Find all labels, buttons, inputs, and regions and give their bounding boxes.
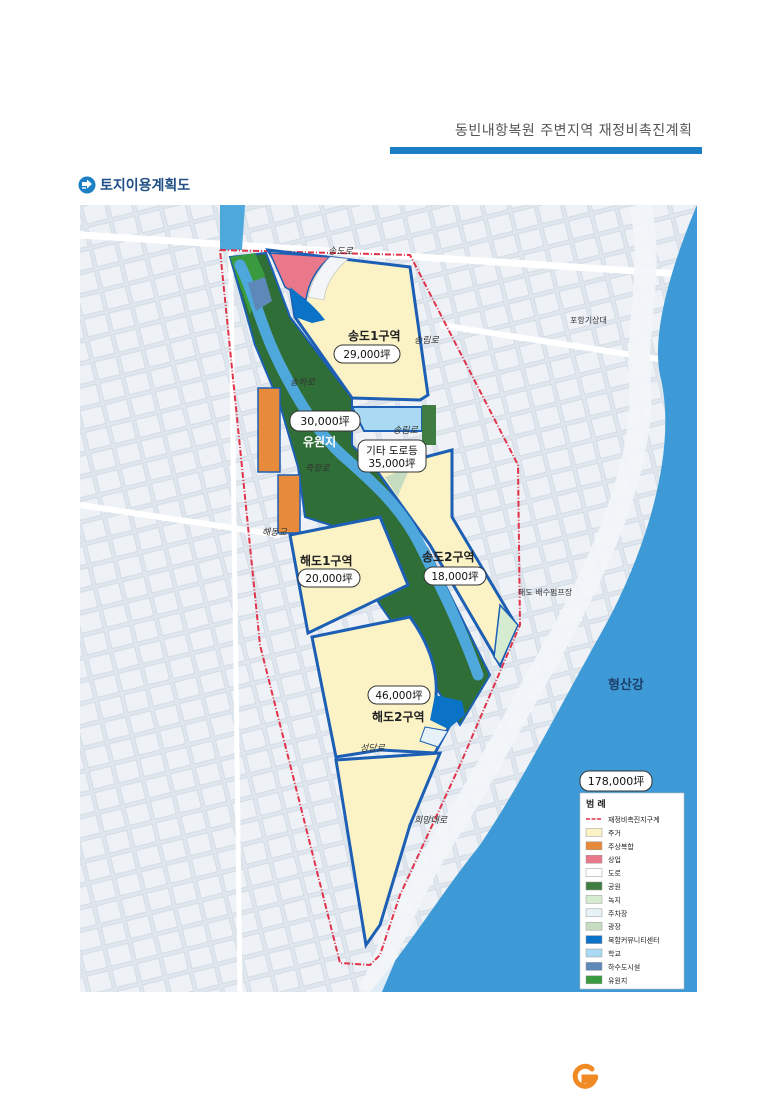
road-label-jukhang-ro: 죽항로 bbox=[305, 463, 331, 474]
legend-swatch bbox=[585, 921, 603, 931]
legend-swatch bbox=[585, 881, 603, 891]
section-arrow-icon bbox=[78, 176, 96, 194]
legend-label: 학교 bbox=[608, 949, 621, 958]
mixed-use-lot-2 bbox=[277, 474, 301, 534]
legend-label: 하수도시설 bbox=[608, 962, 640, 971]
road-label-seongdang-ro: 성당로 bbox=[360, 743, 386, 754]
legend-label: 복합커뮤니티센터 bbox=[608, 936, 660, 945]
legend-swatch bbox=[585, 895, 603, 904]
road-label-haedong-gyo: 해동교 bbox=[262, 527, 288, 538]
zone-label-haedo2: 해도2구역 bbox=[372, 709, 425, 724]
zone-label-roads-etc: 기타 도로등 bbox=[366, 445, 418, 457]
zone-area-songdo2: 18,000坪 bbox=[431, 570, 479, 583]
legend-swatch bbox=[585, 908, 603, 918]
land-use-map: 송도로 송림로 송림로 송하로 죽항로 해동교 성당로 희망대로 포항기상대 해… bbox=[79, 202, 698, 997]
legend-label: 광장 bbox=[608, 922, 621, 931]
total-area: 178,000坪 bbox=[588, 775, 645, 788]
legend-title: 범 례 bbox=[586, 798, 606, 810]
zone-label-haedo1: 해도1구역 bbox=[300, 553, 353, 568]
road-label-songdo-ro: 송도로 bbox=[328, 246, 354, 257]
zone-area-haedo1: 20,000坪 bbox=[305, 572, 353, 585]
zone-area-roads-etc: 35,000坪 bbox=[368, 457, 416, 470]
legend-label: 공원 bbox=[608, 882, 621, 891]
legend-swatch bbox=[585, 935, 603, 944]
legend-swatch bbox=[585, 841, 603, 851]
section-title: 토지이용계획도 bbox=[100, 178, 191, 194]
road-label-songrim-ro-1: 송림로 bbox=[414, 335, 440, 346]
legend-label: 도로 bbox=[608, 870, 621, 878]
mixed-use-lot-1 bbox=[257, 387, 281, 473]
road-label-songha-ro: 송하로 bbox=[290, 377, 316, 388]
zone-area-songdo1: 29,000坪 bbox=[343, 348, 391, 361]
title-underline-bar bbox=[390, 147, 702, 154]
legend-swatch bbox=[585, 828, 603, 837]
road-label-songrim-ro-2: 송림로 bbox=[393, 425, 419, 436]
legend-swatch bbox=[585, 854, 603, 864]
company-logo bbox=[572, 1063, 598, 1089]
legend-swatch bbox=[585, 975, 603, 985]
legend-label: 주상복합 bbox=[608, 842, 634, 851]
road-label-huimang-daero: 희망대로 bbox=[414, 815, 448, 826]
zone-label-songdo1: 송도1구역 bbox=[348, 328, 401, 343]
legend-swatch bbox=[585, 948, 603, 958]
zone-label-recreation: 유원지 bbox=[303, 434, 336, 449]
legend-label: 녹지 bbox=[608, 895, 621, 904]
legend-label: 재정비촉진지구계 bbox=[608, 815, 660, 824]
legend-swatch bbox=[585, 868, 603, 877]
place-pump-station: 해도 배수펌프장 bbox=[518, 587, 573, 597]
place-hyeongsan-river: 형산강 bbox=[608, 677, 644, 693]
document-title: 동빈내항복원 주변지역 재정비촉진계획 bbox=[455, 123, 693, 139]
zone-area-recreation: 30,000坪 bbox=[300, 415, 350, 428]
legend-swatch bbox=[585, 962, 603, 971]
legend-label: 유원지 bbox=[608, 976, 627, 985]
legend-label: 상업 bbox=[608, 855, 621, 864]
legend: 범 례 재정비촉진지구계주거주상복합상업도로공원녹지주차장광장복합커뮤니티센터학… bbox=[579, 792, 685, 990]
legend-label: 주차장 bbox=[608, 909, 628, 918]
section-heading: 토지이용계획도 bbox=[78, 175, 190, 195]
place-weather-station: 포항기상대 bbox=[570, 315, 607, 325]
zone-label-songdo2: 송도2구역 bbox=[422, 549, 475, 564]
zone-area-haedo2: 46,000坪 bbox=[375, 689, 423, 702]
legend-label: 주거 bbox=[608, 828, 621, 837]
